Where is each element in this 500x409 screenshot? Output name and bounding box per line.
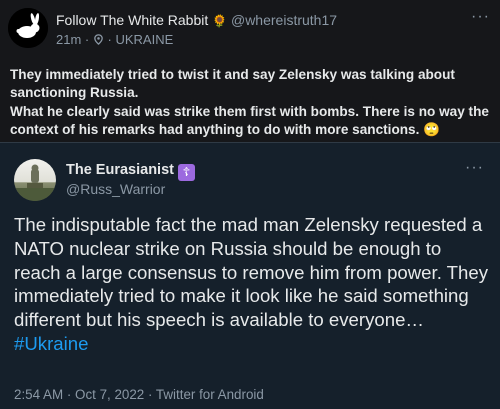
author-handle[interactable]: @whereistruth17 [231, 12, 337, 28]
quoted-author-name-text: The Eurasianist [66, 162, 174, 178]
quoted-tweet-text: The indisputable fact the mad man Zelens… [14, 213, 490, 356]
quoted-tweet-body: The indisputable fact the mad man Zelens… [14, 214, 489, 331]
quoted-author-name[interactable]: The Eurasianist ☦ [66, 162, 195, 181]
eye-roll-emoji: 🙄 [423, 122, 441, 138]
rabbit-icon [8, 8, 48, 48]
post-time[interactable]: 21m [56, 32, 81, 47]
post-header: Follow The White Rabbit 🌻 @whereistruth1… [56, 11, 460, 30]
meta-separator: · [84, 32, 90, 47]
hashtag-link[interactable]: #Ukraine [14, 332, 490, 356]
post-location: UKRAINE [115, 32, 174, 47]
user-avatar[interactable] [8, 8, 48, 48]
post-text-line-2-content: What he clearly said was strike them fir… [10, 103, 489, 138]
sunflower-emoji: 🌻 [212, 14, 228, 28]
more-options-icon[interactable]: ··· [465, 159, 484, 177]
post-text-line-2: What he clearly said was strike them fir… [10, 103, 492, 140]
tweet-footer: 2:54 AM · Oct 7, 2022 · Twitter for Andr… [14, 387, 264, 402]
tweet-timestamp[interactable]: 2:54 AM · Oct 7, 2022 · [14, 387, 156, 402]
more-options-icon[interactable]: ··· [471, 8, 490, 26]
quoted-tweet[interactable]: The Eurasianist ☦ @Russ_Warrior ··· The i… [0, 142, 500, 409]
tweet-client[interactable]: Twitter for Android [156, 387, 264, 402]
post-meta: 21m · · UKRAINE [56, 32, 173, 47]
retweet-comment-post: Follow The White Rabbit 🌻 @whereistruth1… [0, 0, 500, 142]
statue-avatar-icon [14, 164, 56, 201]
location-pin-icon [94, 34, 103, 45]
quoted-user-avatar[interactable] [14, 159, 56, 201]
meta-separator: · [107, 32, 112, 47]
author-name[interactable]: Follow The White Rabbit [56, 12, 208, 28]
post-text-line-1: They immediately tried to twist it and s… [10, 67, 455, 101]
orthodox-cross-icon: ☦ [177, 164, 195, 181]
quoted-author-handle[interactable]: @Russ_Warrior [66, 181, 165, 197]
post-body: They immediately tried to twist it and s… [10, 66, 492, 140]
